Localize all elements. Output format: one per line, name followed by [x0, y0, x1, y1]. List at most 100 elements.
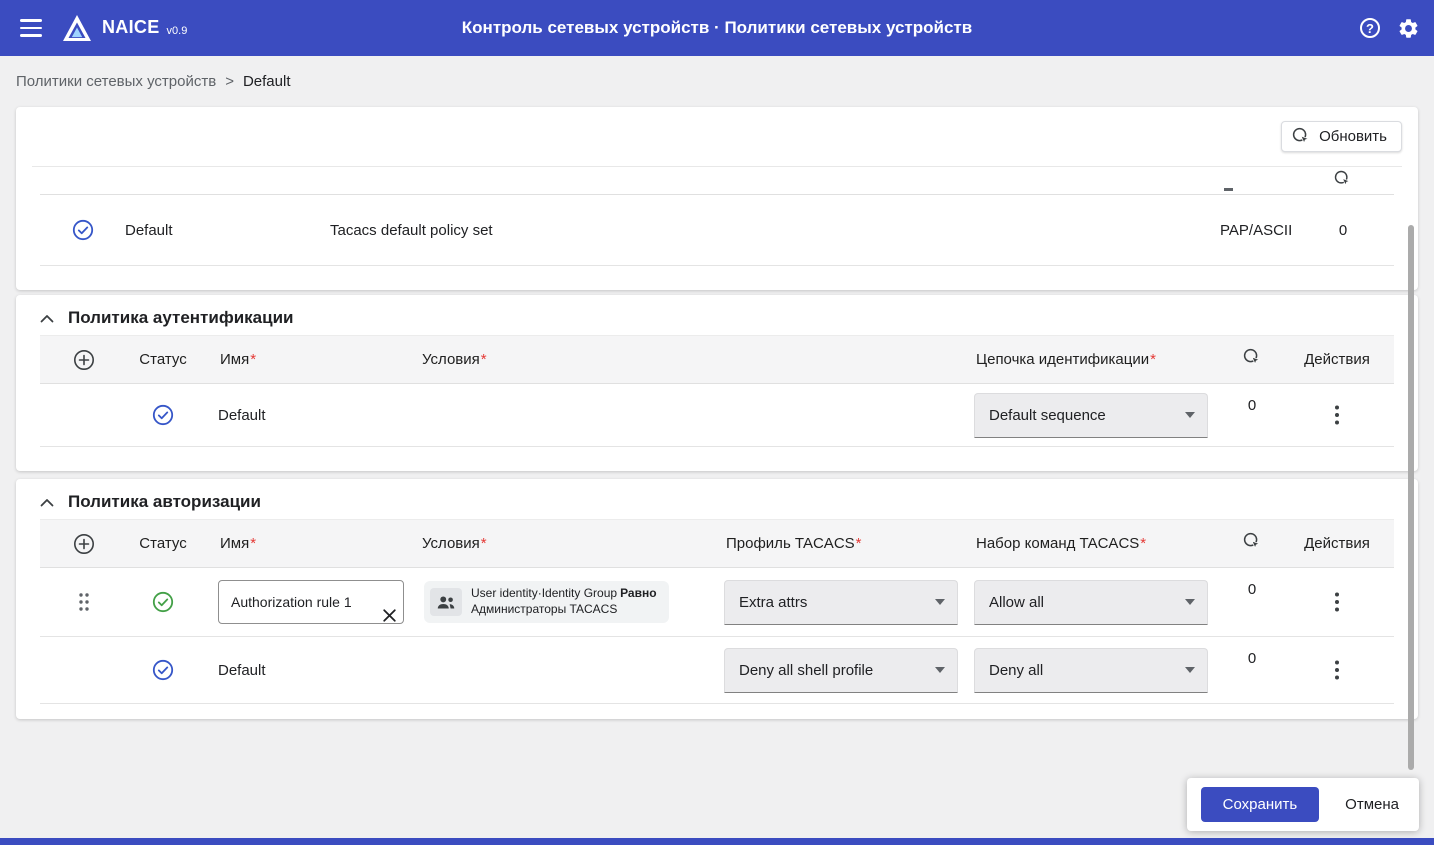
chevron-down-icon — [1185, 412, 1195, 418]
clear-input-icon[interactable] — [382, 608, 397, 623]
select-value: Deny all shell profile — [739, 662, 873, 679]
save-button[interactable]: Сохранить — [1201, 787, 1320, 822]
kebab-icon — [1335, 405, 1339, 425]
status-ok-icon — [152, 591, 174, 613]
rule-hits: 0 — [1248, 384, 1256, 414]
settings-gear-icon[interactable] — [1397, 17, 1420, 40]
column-header-command-set: Набор команд TACACS* — [974, 535, 1224, 552]
section-title: Политика авторизации — [68, 492, 261, 512]
authentication-section-header: Политика аутентификации — [16, 295, 1418, 319]
plus-circle-icon — [73, 533, 95, 555]
chevron-down-icon — [935, 599, 945, 605]
command-set-select[interactable]: Deny all — [974, 648, 1208, 693]
policy-set-protocols: PAP/ASCII — [1220, 222, 1318, 239]
breadcrumb: Политики сетевых устройств > Default — [0, 56, 1434, 107]
authorization-table: Статус Имя* Условия* Профиль TACACS* Наб… — [40, 519, 1394, 704]
select-value: Deny all — [989, 662, 1043, 679]
column-header-conditions: Условия* — [420, 535, 724, 552]
condition-chip[interactable]: User identity·Identity GroupРавно Админи… — [424, 581, 669, 622]
tacacs-profile-select[interactable]: Extra attrs — [724, 580, 958, 625]
status-ok-icon — [72, 219, 94, 241]
topbar-left: NAICE v0.9 — [14, 13, 187, 42]
brand-version: v0.9 — [167, 25, 188, 37]
row-actions-menu-button[interactable] — [1331, 588, 1343, 616]
authentication-table-header: Статус Имя* Условия* Цепочка идентификац… — [40, 335, 1394, 384]
breadcrumb-separator: > — [225, 73, 234, 90]
identity-group-icon — [430, 588, 462, 616]
hits-icon — [1292, 127, 1311, 146]
clipped-header-text-fragment — [1224, 188, 1233, 191]
hits-icon — [1243, 348, 1262, 371]
authorization-policy-card: Политика авторизации Статус Имя* Условия… — [16, 479, 1418, 719]
status-ok-icon — [152, 659, 174, 681]
section-title: Политика аутентификации — [68, 308, 293, 328]
identity-chain-select[interactable]: Default sequence — [974, 393, 1208, 438]
row-actions-menu-button[interactable] — [1331, 656, 1343, 684]
policy-set-description: Tacacs default policy set — [330, 222, 1220, 239]
topbar-right: ? — [1360, 17, 1420, 40]
main-content: Обновить Default Tacacs defaul — [0, 107, 1434, 719]
scrollbar-thumb[interactable] — [1408, 225, 1414, 770]
refresh-button[interactable]: Обновить — [1281, 121, 1402, 152]
bottom-bar-edge — [0, 838, 1434, 845]
collapse-section-button[interactable] — [38, 496, 56, 509]
policy-set-table-clipped-header — [40, 167, 1394, 195]
authorization-rule-row: Default Deny all shell profile Deny all … — [40, 637, 1394, 704]
column-header-identity-chain: Цепочка идентификации* — [974, 351, 1224, 368]
tacacs-profile-select[interactable]: Deny all shell profile — [724, 648, 958, 693]
command-set-select[interactable]: Allow all — [974, 580, 1208, 625]
breadcrumb-root-link[interactable]: Политики сетевых устройств — [16, 73, 216, 90]
hits-icon — [1243, 532, 1262, 555]
chevron-down-icon — [1185, 599, 1195, 605]
drag-handle-icon[interactable] — [74, 587, 94, 617]
topbar: NAICE v0.9 Контроль сетевых устройств · … — [0, 0, 1434, 56]
select-value: Allow all — [989, 594, 1044, 611]
column-header-actions: Действия — [1304, 535, 1370, 552]
naice-logo-icon — [62, 14, 92, 42]
kebab-icon — [1335, 592, 1339, 612]
footer-action-bar: Сохранить Отмена — [1187, 778, 1419, 831]
column-header-conditions: Условия* — [420, 351, 974, 368]
collapse-section-button[interactable] — [38, 312, 56, 325]
policy-set-card: Обновить Default Tacacs defaul — [16, 107, 1418, 290]
column-header-name: Имя* — [198, 351, 420, 368]
rule-name: Default — [198, 407, 420, 424]
policy-set-hits: 0 — [1339, 222, 1347, 239]
chevron-up-icon — [40, 314, 54, 323]
status-ok-icon — [152, 404, 174, 426]
brand-name: NAICE — [102, 17, 160, 38]
rule-name: Default — [198, 662, 420, 679]
chevron-down-icon — [935, 667, 945, 673]
chevron-up-icon — [40, 498, 54, 507]
rule-hits: 0 — [1248, 637, 1256, 667]
rule-name-input[interactable] — [218, 580, 404, 624]
card-toolbar: Обновить — [32, 107, 1402, 167]
add-rule-button[interactable] — [69, 345, 99, 375]
help-icon[interactable]: ? — [1360, 18, 1380, 38]
select-value: Default sequence — [989, 407, 1106, 424]
column-header-actions: Действия — [1304, 351, 1370, 368]
authorization-section-header: Политика авторизации — [16, 479, 1418, 503]
add-rule-button[interactable] — [69, 529, 99, 559]
policy-set-name: Default — [125, 222, 330, 239]
cancel-button[interactable]: Отмена — [1343, 790, 1401, 819]
plus-circle-icon — [73, 349, 95, 371]
select-value: Extra attrs — [739, 594, 807, 611]
authentication-rule-row: Default Default sequence 0 — [40, 384, 1394, 447]
column-header-status: Статус — [139, 351, 186, 368]
authorization-table-header: Статус Имя* Условия* Профиль TACACS* Наб… — [40, 519, 1394, 568]
policy-set-row[interactable]: Default Tacacs default policy set PAP/AS… — [40, 195, 1394, 266]
authentication-table: Статус Имя* Условия* Цепочка идентификац… — [40, 335, 1394, 447]
page-title: Контроль сетевых устройств · Политики се… — [462, 18, 972, 38]
authentication-policy-card: Политика аутентификации Статус Имя* Усло… — [16, 295, 1418, 471]
rule-hits: 0 — [1248, 568, 1256, 598]
breadcrumb-current: Default — [243, 73, 291, 90]
column-header-tacacs-profile: Профиль TACACS* — [724, 535, 974, 552]
refresh-label: Обновить — [1319, 128, 1387, 145]
menu-hamburger-icon[interactable] — [14, 13, 48, 42]
column-header-name: Имя* — [198, 535, 420, 552]
hits-icon — [1334, 170, 1352, 193]
kebab-icon — [1335, 660, 1339, 680]
chevron-down-icon — [1185, 667, 1195, 673]
row-actions-menu-button[interactable] — [1331, 401, 1343, 429]
